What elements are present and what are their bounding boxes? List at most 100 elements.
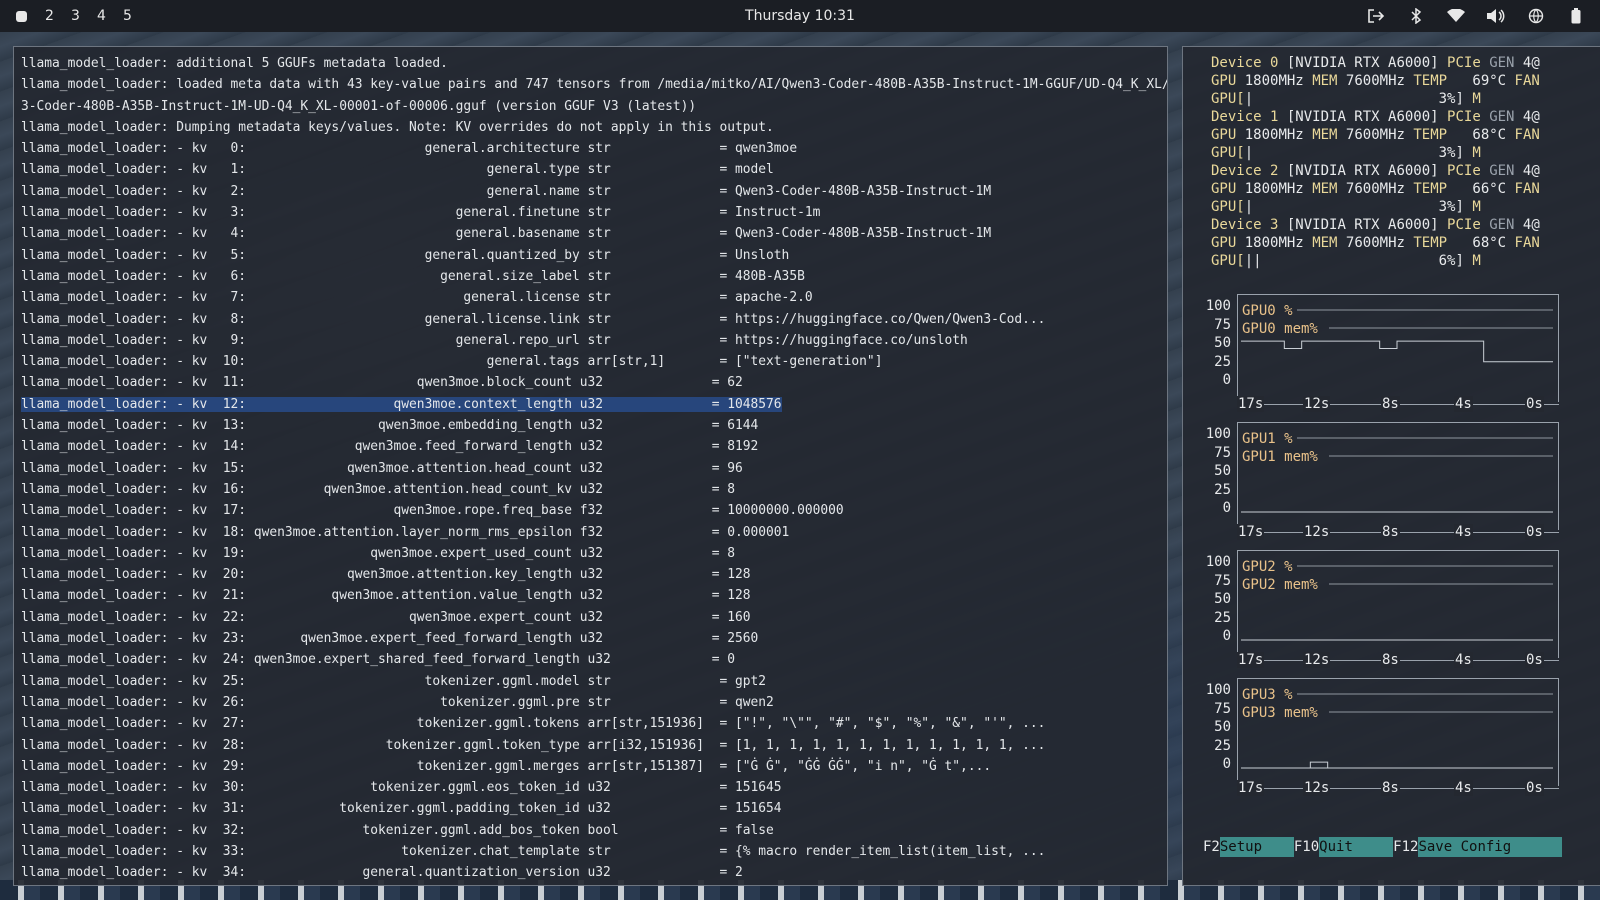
device-header-row: Device 1 [NVIDIA RTX A6000] PCIe GEN 4@ — [1211, 108, 1540, 126]
terminal-line: llama_model_loader: - kv 25: tokenizer.g… — [21, 671, 1167, 692]
terminal-line-text: llama_model_loader: - kv 13: qwen3moe.em… — [21, 418, 759, 434]
y-tick-label: 0 — [1222, 628, 1231, 644]
terminal-line: llama_model_loader: - kv 23: qwen3moe.ex… — [21, 628, 1167, 649]
mem-series-line — [1241, 340, 1553, 363]
x-tick-label: 8s — [1381, 524, 1400, 540]
x-tick-label: 8s — [1381, 780, 1400, 796]
fkey-save-config-button[interactable]: Save Config — [1418, 837, 1563, 857]
workspace-2[interactable]: 2 — [45, 8, 71, 24]
device-gen-label: GEN — [1489, 217, 1515, 233]
device-name: [NVIDIA RTX A6000] — [1286, 55, 1439, 71]
terminal-line: llama_model_loader: - kv 19: qwen3moe.ex… — [21, 543, 1167, 564]
terminal-line-text: llama_model_loader: - kv 11: qwen3moe.bl… — [21, 375, 743, 391]
terminal-line-text: llama_model_loader: - kv 15: qwen3moe.at… — [21, 460, 743, 476]
mem-clock-label: MEM — [1312, 73, 1338, 89]
nvtop-window[interactable]: F2 Setup F10 Quit F12 Save Config Device 0 [N… — [1182, 46, 1600, 886]
terminal-line: llama_model_loader: - kv 32: tokenizer.g… — [21, 820, 1167, 841]
gpu-temp: 68°C — [1472, 127, 1507, 143]
y-tick-label: 0 — [1222, 756, 1231, 772]
network-globe-icon[interactable] — [1526, 6, 1546, 26]
workspace-4[interactable]: 4 — [97, 8, 123, 24]
logout-icon[interactable] — [1366, 6, 1386, 26]
terminal-line: llama_model_loader: - kv 12: qwen3moe.co… — [21, 394, 1167, 415]
y-tick-label: 25 — [1214, 481, 1231, 498]
device-header-row: Device 2 [NVIDIA RTX A6000] PCIe GEN 4@ — [1211, 162, 1540, 180]
terminal-line: llama_model_loader: - kv 13: qwen3moe.em… — [21, 415, 1167, 436]
gpu-usage-percent: 3%] — [1438, 91, 1464, 107]
terminal-line-text: llama_model_loader: - kv 28: tokenizer.g… — [21, 737, 1046, 753]
gpu-bar-label: GPU[ — [1211, 91, 1245, 107]
terminal-line: llama_model_loader: - kv 28: tokenizer.g… — [21, 735, 1167, 756]
bluetooth-icon[interactable] — [1406, 6, 1426, 26]
chart-plot — [1241, 309, 1553, 363]
terminal-line: llama_model_loader: - kv 7: general.lice… — [21, 287, 1167, 308]
clock[interactable]: Thursday 10:31 — [0, 8, 1600, 24]
terminal-line: llama_model_loader: - kv 34: general.qua… — [21, 862, 1167, 883]
terminal-line-text: llama_model_loader: - kv 30: tokenizer.g… — [21, 780, 782, 796]
volume-icon[interactable] — [1486, 6, 1506, 26]
x-tick-label: 0s — [1525, 652, 1544, 668]
gpu-clock-label: GPU — [1211, 127, 1237, 143]
terminal-line-text: llama_model_loader: - kv 17: qwen3moe.ro… — [21, 503, 844, 519]
device-gen: 4@ — [1522, 217, 1540, 233]
battery-icon[interactable] — [1566, 6, 1586, 26]
y-tick-label: 50 — [1214, 463, 1231, 479]
mem-label-truncated: M — [1472, 145, 1481, 161]
terminal-line: llama_model_loader: additional 5 GGUFs m… — [21, 53, 1167, 74]
device-bus: PCIe — [1447, 109, 1481, 125]
y-tick-label: 75 — [1214, 444, 1231, 461]
wifi-icon[interactable] — [1446, 6, 1466, 26]
device-label: Device 2 — [1211, 163, 1279, 179]
function-key-bar: F2 Setup F10 Quit F12 Save Config — [1203, 837, 1563, 857]
x-tick-label: 17s — [1237, 780, 1265, 796]
fkey-quit-button[interactable]: Quit — [1319, 837, 1394, 857]
temp-label: TEMP — [1413, 235, 1448, 251]
terminal-line: llama_model_loader: - kv 11: qwen3moe.bl… — [21, 372, 1167, 393]
terminal-line: llama_model_loader: - kv 5: general.quan… — [21, 245, 1167, 266]
device-clock-row: GPU 1800MHz MEM 7600MHz TEMP 68°C FAN — [1211, 126, 1540, 144]
terminal-window[interactable]: llama_model_loader: additional 5 GGUFs m… — [13, 46, 1168, 886]
device-label: Device 1 — [1211, 109, 1279, 125]
gpu-bar-label: GPU[ — [1211, 199, 1245, 215]
fkey-setup-button[interactable]: Setup — [1219, 837, 1294, 857]
terminal-line-text: llama_model_loader: - kv 9: general.repo… — [21, 332, 968, 348]
x-tick-label: 8s — [1381, 396, 1400, 412]
gpu-history-chart: 100 75 50 25 0 GPU1 % GPU1 mem% 17s 12s 8s 4s 0s — [1201, 422, 1559, 540]
terminal-line: llama_model_loader: loaded meta data wit… — [21, 74, 1167, 95]
system-tray — [1366, 6, 1586, 26]
gpu-temp: 66°C — [1472, 181, 1507, 197]
terminal-line-text: llama_model_loader: - kv 33: tokenizer.c… — [21, 843, 1046, 859]
device-bus: PCIe — [1447, 217, 1481, 233]
terminal-line: llama_model_loader: - kv 4: general.base… — [21, 223, 1167, 244]
gpu-clock: 1800MHz — [1244, 73, 1304, 89]
terminal-line-text: llama_model_loader: - kv 23: qwen3moe.ex… — [21, 631, 759, 647]
gpu-usage-bar-row: GPU[| 3%] M — [1211, 144, 1481, 162]
y-tick-label: 25 — [1214, 737, 1231, 754]
terminal-line-text: llama_model_loader: - kv 34: general.qua… — [21, 865, 743, 881]
terminal-line: llama_model_loader: - kv 31: tokenizer.g… — [21, 798, 1167, 819]
terminal-line-text: llama_model_loader: - kv 27: tokenizer.g… — [21, 716, 1046, 732]
workspace-5[interactable]: 5 — [123, 8, 149, 24]
terminal-line-text: llama_model_loader: Dumping metadata key… — [21, 119, 774, 135]
terminal-line: llama_model_loader: - kv 0: general.arch… — [21, 138, 1167, 159]
fan-label: FAN — [1514, 73, 1540, 89]
x-tick-label: 0s — [1525, 780, 1544, 796]
gpu-clock-label: GPU — [1211, 235, 1237, 251]
gpu-clock: 1800MHz — [1244, 127, 1304, 143]
gpu-usage-percent: 3%] — [1438, 145, 1464, 161]
x-tick-label: 12s — [1303, 396, 1331, 412]
workspace-3[interactable]: 3 — [71, 8, 97, 24]
terminal-line: llama_model_loader: - kv 33: tokenizer.c… — [21, 841, 1167, 862]
mem-label-truncated: M — [1472, 199, 1481, 215]
terminal-line: llama_model_loader: - kv 21: qwen3moe.at… — [21, 585, 1167, 606]
device-bus: PCIe — [1447, 163, 1481, 179]
terminal-line: llama_model_loader: - kv 15: qwen3moe.at… — [21, 458, 1167, 479]
y-tick-label: 75 — [1214, 700, 1231, 717]
device-label: Device 0 — [1211, 55, 1279, 71]
fan-label: FAN — [1514, 235, 1540, 251]
terminal-line-text: llama_model_loader: - kv 19: qwen3moe.ex… — [21, 545, 735, 561]
fkey-f12-key: F12 — [1393, 839, 1419, 855]
terminal-line-text: llama_model_loader: - kv 4: general.base… — [21, 226, 992, 242]
active-workspace-indicator[interactable] — [16, 10, 27, 22]
device-bus: PCIe — [1447, 55, 1481, 71]
